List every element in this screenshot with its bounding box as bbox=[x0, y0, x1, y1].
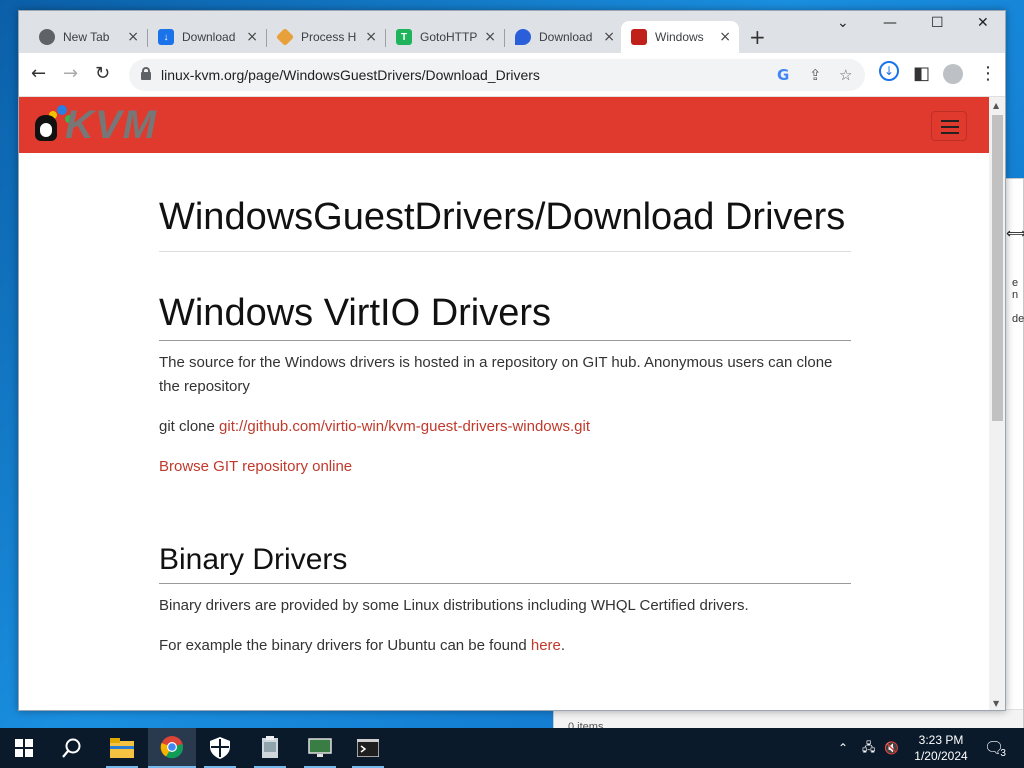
profile-avatar-icon[interactable] bbox=[943, 64, 963, 84]
downloads-icon[interactable]: ↓ bbox=[879, 61, 899, 81]
close-window-icon[interactable]: ✕ bbox=[977, 15, 989, 31]
chrome-icon bbox=[39, 29, 55, 45]
background-window-text-2: de bbox=[1012, 313, 1024, 325]
taskbar-app-installer[interactable] bbox=[246, 728, 294, 768]
clock-date: 1/20/2024 bbox=[914, 749, 968, 763]
hamburger-menu-icon[interactable] bbox=[931, 111, 967, 141]
background-window-text: e n bbox=[1012, 277, 1019, 301]
maximize-icon[interactable]: ☐ bbox=[931, 15, 944, 31]
browse-repo-line: Browse GIT repository online bbox=[159, 455, 851, 479]
ubuntu-line: For example the binary drivers for Ubunt… bbox=[159, 634, 851, 658]
folder-icon bbox=[110, 738, 134, 758]
reload-icon[interactable]: ↻ bbox=[95, 63, 110, 84]
scroll-down-icon[interactable]: ▼ bbox=[993, 699, 999, 708]
terminal-icon bbox=[357, 739, 379, 757]
menu-kebab-icon[interactable]: ⋮ bbox=[979, 63, 997, 84]
article-content: WindowsGuestDrivers/Download Drivers Win… bbox=[159, 153, 851, 658]
git-repo-link[interactable]: git://github.com/virtio-win/kvm-guest-dr… bbox=[219, 418, 590, 435]
taskbar-terminal[interactable] bbox=[344, 728, 392, 768]
tab-title: Download bbox=[539, 30, 593, 44]
gotohttp-icon: T bbox=[396, 29, 412, 45]
tab-download-2[interactable]: Download × bbox=[505, 21, 623, 53]
taskbar-security[interactable] bbox=[196, 728, 244, 768]
browse-repo-link[interactable]: Browse GIT repository online bbox=[159, 458, 352, 475]
kvm-icon bbox=[631, 29, 647, 45]
git-clone-prefix: git clone bbox=[159, 418, 220, 435]
google-lens-icon[interactable]: G bbox=[777, 66, 789, 84]
taskbar: ⌃ 🖧 🔇 3:23 PM 1/20/2024 🗨 3 bbox=[0, 728, 1024, 768]
scroll-up-icon[interactable]: ▲ bbox=[993, 101, 999, 110]
close-tab-icon[interactable]: × bbox=[127, 29, 139, 45]
site-header: KVM bbox=[19, 97, 989, 153]
search-button[interactable] bbox=[48, 728, 96, 768]
installer-icon bbox=[262, 736, 278, 758]
volume-muted-icon[interactable]: 🔇 bbox=[884, 728, 899, 768]
bookmark-star-icon[interactable]: ☆ bbox=[839, 66, 852, 84]
network-icon[interactable]: 🖧 bbox=[862, 728, 875, 768]
tab-strip: New Tab × ↓ Download × Process H × T Got… bbox=[19, 11, 1005, 53]
show-hidden-icons[interactable]: ⌃ bbox=[838, 728, 848, 768]
scrollbar-thumb[interactable] bbox=[992, 115, 1003, 421]
taskbar-chrome[interactable] bbox=[148, 728, 196, 768]
close-tab-icon[interactable]: × bbox=[365, 29, 377, 45]
section-heading-binary: Binary Drivers bbox=[159, 541, 851, 584]
monitor-icon bbox=[308, 738, 332, 757]
url-text[interactable]: linux-kvm.org/page/WindowsGuestDrivers/D… bbox=[161, 67, 540, 83]
tab-new-tab[interactable]: New Tab × bbox=[29, 21, 147, 53]
share-icon[interactable]: ⇪ bbox=[809, 66, 822, 84]
resize-cursor-icon: ⟺ bbox=[1006, 226, 1024, 242]
ubuntu-here-link[interactable]: here bbox=[531, 637, 561, 654]
download-page-icon bbox=[515, 29, 531, 45]
page-title: WindowsGuestDrivers/Download Drivers bbox=[159, 193, 851, 252]
shield-icon bbox=[210, 737, 230, 759]
start-button[interactable] bbox=[0, 728, 48, 768]
process-hacker-icon bbox=[275, 27, 295, 47]
chrome-window[interactable]: New Tab × ↓ Download × Process H × T Got… bbox=[18, 10, 1006, 711]
tab-title: New Tab bbox=[63, 30, 110, 44]
back-icon[interactable]: ← bbox=[31, 63, 46, 84]
tab-title: Download bbox=[182, 30, 236, 44]
taskbar-file-explorer[interactable] bbox=[98, 728, 146, 768]
browser-toolbar: ← → ↻ linux-kvm.org/page/WindowsGuestDri… bbox=[19, 53, 1005, 97]
windows-logo-icon bbox=[15, 739, 33, 757]
tab-search-icon[interactable]: ⌄ bbox=[837, 15, 849, 31]
lock-icon[interactable] bbox=[141, 67, 151, 80]
web-page: KVM WindowsGuestDrivers/Download Drivers… bbox=[19, 97, 989, 710]
minimize-icon[interactable]: — bbox=[883, 15, 897, 31]
search-icon bbox=[62, 738, 81, 758]
close-tab-icon[interactable]: × bbox=[603, 29, 615, 45]
close-tab-icon[interactable]: × bbox=[484, 29, 496, 45]
logo-text: KVM bbox=[65, 103, 157, 147]
tab-title: Windows bbox=[655, 30, 704, 44]
clock-time: 3:23 PM bbox=[918, 733, 964, 747]
tab-download-1[interactable]: ↓ Download × bbox=[148, 21, 266, 53]
address-bar[interactable]: linux-kvm.org/page/WindowsGuestDrivers/D… bbox=[129, 59, 865, 91]
chrome-icon bbox=[160, 736, 184, 759]
tab-title: Process H bbox=[301, 30, 357, 44]
tab-gotohttp[interactable]: T GotoHTTP × bbox=[386, 21, 504, 53]
page-scrollbar[interactable]: ▲ ▼ bbox=[989, 97, 1005, 710]
new-tab-icon[interactable]: + bbox=[749, 25, 766, 49]
notification-center-icon[interactable]: 🗨 3 bbox=[984, 728, 1006, 768]
tab-process-hacker[interactable]: Process H × bbox=[267, 21, 385, 53]
ubuntu-suffix: . bbox=[560, 637, 566, 654]
tab-title: GotoHTTP bbox=[420, 30, 478, 44]
taskbar-clock[interactable]: 3:23 PM 1/20/2024 bbox=[906, 732, 976, 764]
taskbar-remote-app[interactable] bbox=[296, 728, 344, 768]
notification-count-badge: 3 bbox=[1000, 747, 1006, 759]
ubuntu-text: For example the binary drivers for Ubunt… bbox=[159, 637, 531, 654]
download-icon: ↓ bbox=[158, 29, 174, 45]
git-clone-line: git clone git://github.com/virtio-win/kv… bbox=[159, 415, 851, 439]
close-tab-icon[interactable]: × bbox=[719, 29, 731, 45]
side-panel-icon[interactable]: ◧ bbox=[913, 63, 930, 84]
close-tab-icon[interactable]: × bbox=[246, 29, 258, 45]
virtio-description: The source for the Windows drivers is ho… bbox=[159, 354, 833, 395]
forward-icon[interactable]: → bbox=[63, 63, 78, 84]
binary-description: Binary drivers are provided by some Linu… bbox=[159, 597, 749, 614]
tab-windows-guest-drivers[interactable]: Windows × bbox=[621, 21, 739, 53]
section-heading-virtio: Windows VirtIO Drivers bbox=[159, 290, 851, 341]
